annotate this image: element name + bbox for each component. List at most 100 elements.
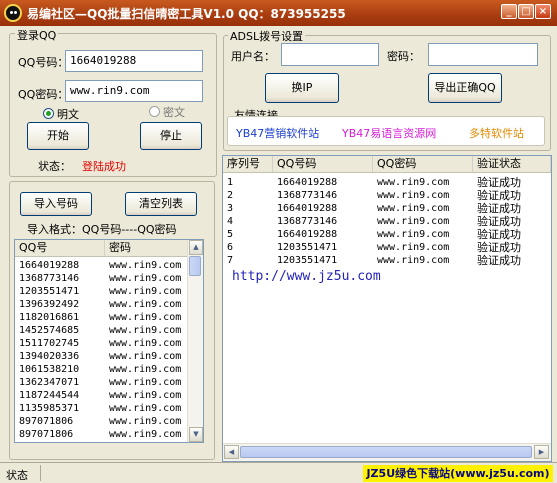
ciphertext-radio[interactable] [149,106,160,117]
results-list-rows: 1 1664019288 www.rin9.com 验证成功 2 1368773146 ww… [223,176,551,267]
result-row[interactable]: 4 1368773146 www.rin9.com 验证成功 [223,215,551,228]
result-row[interactable]: 7 1203551471 www.rin9.com 验证成功 [223,254,551,267]
qq-number-input[interactable]: 1664019288 [65,50,203,72]
scroll-down-arrow[interactable]: ▼ [189,427,203,442]
export-valid-qq-button[interactable]: 导出正确QQ [428,73,502,103]
plaintext-radio[interactable] [43,108,54,119]
row-verify-status: 验证成功 [477,254,521,267]
adsl-password-label: 密码： [387,50,420,63]
results-list-header: 序列号 QQ号码 QQ密码 验证状态 [223,156,551,173]
column-header-verify-status[interactable]: 验证状态 [473,156,551,172]
row-qq-number: 1135985371 [19,403,80,414]
row-qq-password: www.rin9.com [377,177,450,188]
row-qq-number: 1452574685 [19,325,80,336]
status-bar: 状态 JZ5U绿色下载站(www.jz5u.com) [0,462,557,483]
row-serial: 7 [227,255,234,266]
row-password: www.rin9.com [109,377,182,388]
import-list[interactable]: QQ号 密码 1664019288 www.rin9.com 1368773146 w… [14,239,204,443]
row-qq-password: www.rin9.com [377,242,450,253]
row-verify-status: 验证成功 [477,215,521,228]
row-qq-number: 1664019288 [19,260,80,271]
username-label: 用户名： [231,50,275,63]
results-list[interactable]: 序列号 QQ号码 QQ密码 验证状态 1 1664019288 www.rin9.c… [222,155,552,462]
import-list-vscrollbar[interactable]: ▲ ▼ [187,240,203,442]
row-qq-number: 1394020336 [19,351,80,362]
scroll-left-arrow[interactable]: ◀ [224,445,239,459]
import-list-scroll-thumb[interactable] [189,256,201,276]
row-password: www.rin9.com [109,338,182,349]
import-list-row[interactable]: 1394020336 www.rin9.com [15,350,189,363]
column-header-qq-password[interactable]: QQ密码 [373,156,473,172]
import-list-row[interactable]: 1203551471 www.rin9.com [15,285,189,298]
row-qq-password: www.rin9.com [377,216,450,227]
result-row[interactable]: 5 1664019288 www.rin9.com 验证成功 [223,228,551,241]
result-row[interactable]: 2 1368773146 www.rin9.com 验证成功 [223,189,551,202]
link-duote[interactable]: 多特软件站 [469,125,524,141]
import-numbers-button[interactable]: 导入号码 [20,192,92,216]
import-list-row[interactable]: 1664019288 www.rin9.com [15,259,189,272]
import-list-row[interactable]: 1396392492 www.rin9.com [15,298,189,311]
start-button[interactable]: 开始 [27,122,89,150]
row-qq-number: 1368773146 [277,190,338,201]
row-qq-number: 1396392492 [19,299,80,310]
import-list-row[interactable]: 897071806 www.rin9.com [15,415,189,428]
change-ip-button[interactable]: 换IP [265,73,339,103]
column-header-password[interactable]: 密码 [105,240,189,256]
link-yb47-resources[interactable]: YB47易语言资源网 [342,125,436,141]
result-row[interactable]: 1 1664019288 www.rin9.com 验证成功 [223,176,551,189]
row-password: www.rin9.com [109,299,182,310]
link-yb47-marketing[interactable]: YB47营销软件站 [236,125,319,141]
import-list-row[interactable]: 1452574685 www.rin9.com [15,324,189,337]
links-panel: YB47营销软件站 YB47易语言资源网 多特软件站 [227,116,545,146]
row-serial: 5 [227,229,234,240]
import-list-row[interactable]: 1187244544 www.rin9.com [15,389,189,402]
minimize-button[interactable]: _ [501,4,517,19]
maximize-button[interactable]: □ [518,4,534,19]
import-list-row[interactable]: 1362347071 www.rin9.com [15,376,189,389]
row-qq-number: 1203551471 [277,242,338,253]
row-verify-status: 验证成功 [477,176,521,189]
column-header-serial[interactable]: 序列号 [223,156,273,172]
qq-password-label: QQ密码： [18,88,69,101]
row-qq-number: 1061538210 [19,364,80,375]
result-row[interactable]: 6 1203551471 www.rin9.com 验证成功 [223,241,551,254]
row-password: www.rin9.com [109,364,182,375]
row-password: www.rin9.com [109,286,182,297]
row-password: www.rin9.com [109,390,182,401]
import-list-row[interactable]: 1511702745 www.rin9.com [15,337,189,350]
import-list-row[interactable]: 1182016861 www.rin9.com [15,311,189,324]
results-hscroll-thumb[interactable] [240,446,532,458]
window-title: 易编社区—QQ批量扫信晴密工具V1.0 QQ：873955255 [27,7,346,21]
import-list-header: QQ号 密码 [15,240,189,257]
column-header-qq[interactable]: QQ号 [15,240,105,256]
import-list-row[interactable]: 1135985371 www.rin9.com [15,402,189,415]
column-header-qq-number[interactable]: QQ号码 [273,156,373,172]
row-verify-status: 验证成功 [477,202,521,215]
row-password: www.rin9.com [109,416,182,427]
import-list-row[interactable]: 1368773146 www.rin9.com [15,272,189,285]
qq-password-input[interactable]: www.rin9.com [65,80,203,102]
qq-label: QQ号码： [18,56,69,69]
row-qq-number: 1664019288 [277,229,338,240]
stop-button[interactable]: 停止 [140,122,202,150]
row-serial: 4 [227,216,234,227]
row-qq-password: www.rin9.com [377,229,450,240]
result-row[interactable]: 3 1664019288 www.rin9.com 验证成功 [223,202,551,215]
row-qq-number: 897071806 [19,416,74,427]
row-qq-number: 1203551471 [277,255,338,266]
status-label: 状态： [38,160,71,173]
row-password: www.rin9.com [109,351,182,362]
scroll-up-arrow[interactable]: ▲ [189,240,203,255]
login-status-value: 登陆成功 [82,160,126,173]
adsl-username-input[interactable] [281,43,379,66]
import-list-row[interactable]: 897071806 www.rin9.com [15,428,189,441]
close-button[interactable]: × [535,4,551,19]
clear-list-button[interactable]: 清空列表 [125,192,197,216]
results-hscrollbar[interactable]: ◀ ▶ [223,443,551,461]
import-list-row[interactable]: 1061538210 www.rin9.com [15,363,189,376]
row-qq-number: 1511702745 [19,338,80,349]
row-password: www.rin9.com [109,403,182,414]
scroll-right-arrow[interactable]: ▶ [534,445,549,459]
title-bar[interactable]: 易编社区—QQ批量扫信晴密工具V1.0 QQ：873955255 _ □ × [0,0,557,26]
adsl-password-input[interactable] [428,43,538,66]
